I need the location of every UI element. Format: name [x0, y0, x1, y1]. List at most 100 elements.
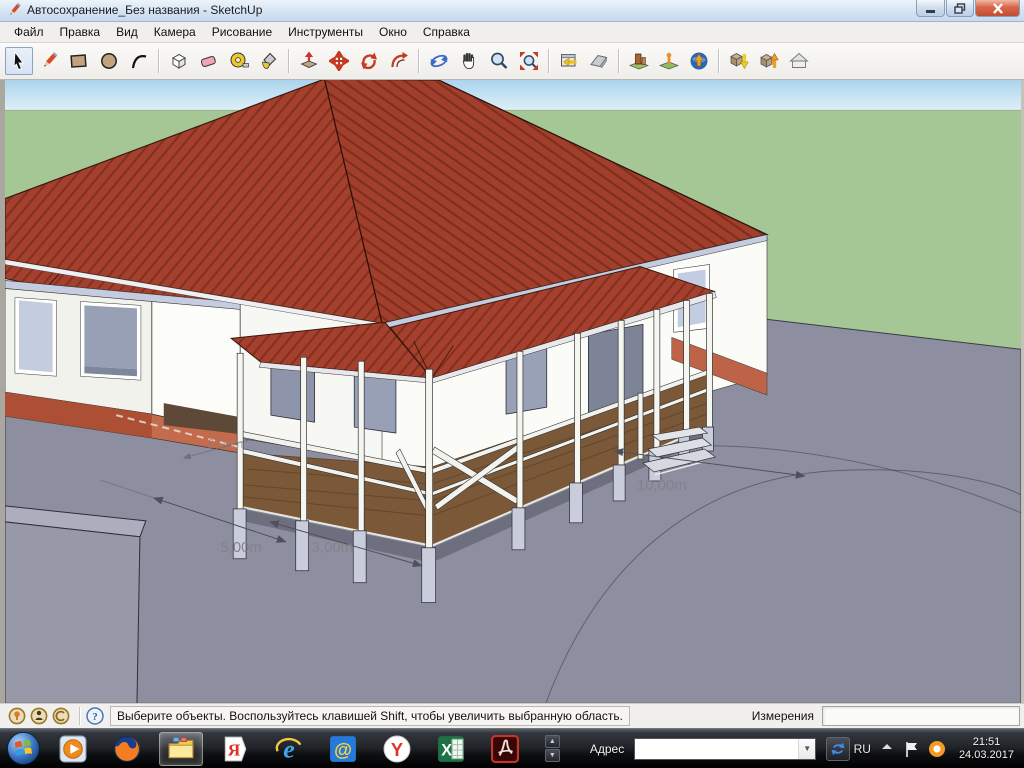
antivirus-tray-icon[interactable]: [928, 740, 946, 758]
show-hidden-icons-button[interactable]: [880, 741, 894, 756]
sketchup-window: Автосохранение_Без названия - SketchUp Ф…: [0, 0, 1024, 768]
svg-text:X: X: [441, 741, 452, 759]
tool-rectangle-button[interactable]: [65, 47, 93, 75]
menu-item-camera[interactable]: Камера: [146, 23, 204, 41]
status-geolocation-icon[interactable]: [8, 707, 26, 725]
tool-google-earth-button[interactable]: [685, 47, 713, 75]
menu-item-file[interactable]: Файл: [6, 23, 52, 41]
tool-paint-bucket-button[interactable]: [255, 47, 283, 75]
taskbar-media-player-button[interactable]: [51, 732, 95, 766]
taskbar-explorer-button[interactable]: [159, 732, 203, 766]
tool-tape-measure-button[interactable]: [225, 47, 253, 75]
zoom-extents-icon: [519, 51, 539, 71]
dimension-label-10m: 10,00m: [637, 477, 687, 494]
address-input[interactable]: [635, 740, 798, 758]
previous-view-icon: [559, 51, 579, 71]
menu-item-edit[interactable]: Правка: [52, 23, 109, 41]
measurements-label: Измерения: [752, 709, 814, 723]
start-button[interactable]: [6, 731, 41, 767]
rotate-icon: [359, 51, 379, 71]
close-button[interactable]: [975, 0, 1020, 17]
taskbar-internet-explorer-button[interactable]: e: [267, 732, 311, 766]
taskbar-yandex-browser-button[interactable]: Y: [375, 732, 419, 766]
tool-share-model-button[interactable]: [755, 47, 783, 75]
help-icon[interactable]: ?: [86, 707, 104, 725]
window-title: Автосохранение_Без названия - SketchUp: [27, 3, 915, 17]
restore-button[interactable]: [946, 0, 974, 17]
tool-add-location-button[interactable]: [625, 47, 653, 75]
model-viewport[interactable]: 5,00m 3,00m 10,00m 2,00m: [0, 80, 1024, 703]
status-claim-attribution-icon[interactable]: [30, 707, 48, 725]
tool-eraser-button[interactable]: [195, 47, 223, 75]
make-component-icon: [169, 51, 189, 71]
menu-item-draw[interactable]: Рисование: [204, 23, 280, 41]
credits-icon: [52, 707, 70, 725]
scroll-down-button[interactable]: ▼: [545, 749, 560, 762]
arc-icon: [129, 51, 149, 71]
attribution-icon: [30, 707, 48, 725]
tool-offset-button[interactable]: [385, 47, 413, 75]
tool-move-button[interactable]: [325, 47, 353, 75]
menu-item-window[interactable]: Окно: [371, 23, 415, 41]
tool-line-button[interactable]: [35, 47, 63, 75]
measurements-box[interactable]: [822, 706, 1020, 726]
push-pull-icon: [299, 51, 319, 71]
clock-time: 21:51: [959, 736, 1014, 749]
toolbar-scroll-control: ▲ ▼: [545, 735, 560, 762]
tool-arc-button[interactable]: [125, 47, 153, 75]
tool-zoom-extents-button[interactable]: [515, 47, 543, 75]
tool-select-button[interactable]: [5, 47, 33, 75]
bay-window: [84, 305, 137, 369]
tool-rotate-button[interactable]: [355, 47, 383, 75]
clock-date: 24.03.2017: [959, 749, 1014, 762]
status-bar: ? Выберите объекты. Воспользуйтесь клави…: [0, 703, 1024, 728]
tool-section-plane-button[interactable]: [585, 47, 613, 75]
taskbar-firefox-button[interactable]: [105, 732, 149, 766]
tool-orbit-button[interactable]: [425, 47, 453, 75]
menu-item-help[interactable]: Справка: [415, 23, 478, 41]
address-dropdown-arrow[interactable]: ▼: [798, 739, 815, 759]
taskbar-clock[interactable]: 21:51 24.03.2017: [955, 736, 1018, 762]
tool-share-component-button[interactable]: [785, 47, 813, 75]
address-label: Адрес: [590, 742, 624, 756]
orbit-icon: [429, 51, 449, 71]
tool-previous-view-button[interactable]: [555, 47, 583, 75]
chevron-up-icon: [880, 741, 894, 753]
tool-circle-button[interactable]: [95, 47, 123, 75]
menu-bar: ФайлПравкаВидКамераРисованиеИнструментыО…: [0, 22, 1024, 43]
tool-toggle-terrain-button[interactable]: [655, 47, 683, 75]
tool-push-pull-button[interactable]: [295, 47, 323, 75]
language-indicator[interactable]: RU: [854, 742, 871, 756]
excel-icon: X: [437, 735, 465, 763]
tool-get-models-button[interactable]: [725, 47, 753, 75]
taskbar-excel-button[interactable]: X: [429, 732, 473, 766]
geolocation-icon: [8, 707, 26, 725]
status-credits-icon[interactable]: [52, 707, 70, 725]
yandex-browser-icon: Y: [383, 735, 411, 763]
menu-item-view[interactable]: Вид: [108, 23, 146, 41]
media-player-icon: [59, 735, 87, 763]
taskbar-mailru-button[interactable]: @: [321, 732, 365, 766]
menu-item-tools[interactable]: Инструменты: [280, 23, 371, 41]
title-bar: Автосохранение_Без названия - SketchUp: [0, 0, 1024, 22]
model-scene: 5,00m 3,00m 10,00m 2,00m: [5, 80, 1021, 703]
taskbar-yandex-search-button[interactable]: Я: [213, 732, 257, 766]
svg-text:Я: Я: [228, 740, 241, 759]
action-center-flag-icon[interactable]: [903, 740, 919, 758]
add-location-icon: [629, 51, 649, 71]
toolbar-separator: [288, 49, 290, 73]
tool-pan-button[interactable]: [455, 47, 483, 75]
toggle-terrain-icon: [659, 51, 679, 71]
taskbar-acrobat-button[interactable]: [483, 732, 527, 766]
toolbar-separator: [158, 49, 160, 73]
tool-make-component-button[interactable]: [165, 47, 193, 75]
dimension-label-2m: 2,00m: [207, 436, 243, 451]
address-go-button[interactable]: [826, 737, 849, 761]
address-bar: ▼: [634, 738, 816, 760]
toolbar-separator: [548, 49, 550, 73]
tool-zoom-button[interactable]: [485, 47, 513, 75]
explorer-icon: [167, 735, 195, 763]
scroll-up-button[interactable]: ▲: [545, 735, 560, 748]
minimize-button[interactable]: [916, 0, 945, 17]
firefox-icon: [113, 735, 141, 763]
